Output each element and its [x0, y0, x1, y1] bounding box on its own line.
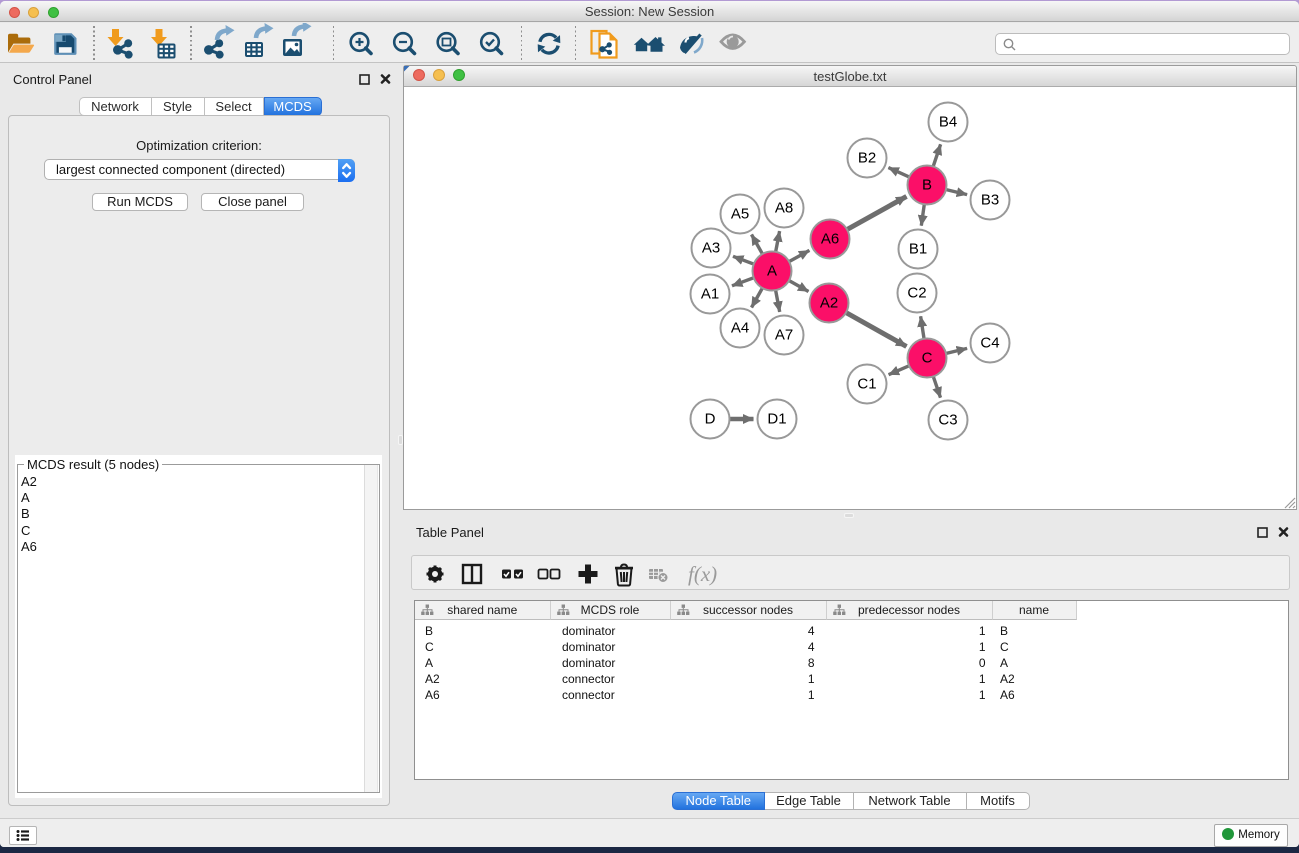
svg-text:A8: A8	[775, 200, 793, 217]
svg-text:C4: C4	[980, 335, 999, 352]
svg-text:C3: C3	[938, 412, 957, 429]
svg-text:A1: A1	[701, 286, 719, 303]
svg-text:A: A	[767, 263, 777, 280]
svg-text:D: D	[705, 411, 716, 428]
svg-text:B3: B3	[981, 192, 999, 209]
svg-text:A2: A2	[820, 295, 838, 312]
svg-text:C2: C2	[907, 285, 926, 302]
svg-text:f(x): f(x)	[688, 562, 717, 586]
svg-text:C: C	[922, 350, 933, 367]
svg-text:A6: A6	[821, 231, 839, 248]
svg-text:A7: A7	[775, 327, 793, 344]
svg-text:B4: B4	[939, 114, 957, 131]
svg-text:D1: D1	[767, 411, 786, 428]
svg-text:A5: A5	[731, 206, 749, 223]
svg-text:B2: B2	[858, 150, 876, 167]
svg-text:C1: C1	[857, 376, 876, 393]
svg-text:A3: A3	[702, 240, 720, 257]
svg-text:B: B	[922, 177, 932, 194]
svg-text:A4: A4	[731, 320, 749, 337]
svg-text:B1: B1	[909, 241, 927, 258]
